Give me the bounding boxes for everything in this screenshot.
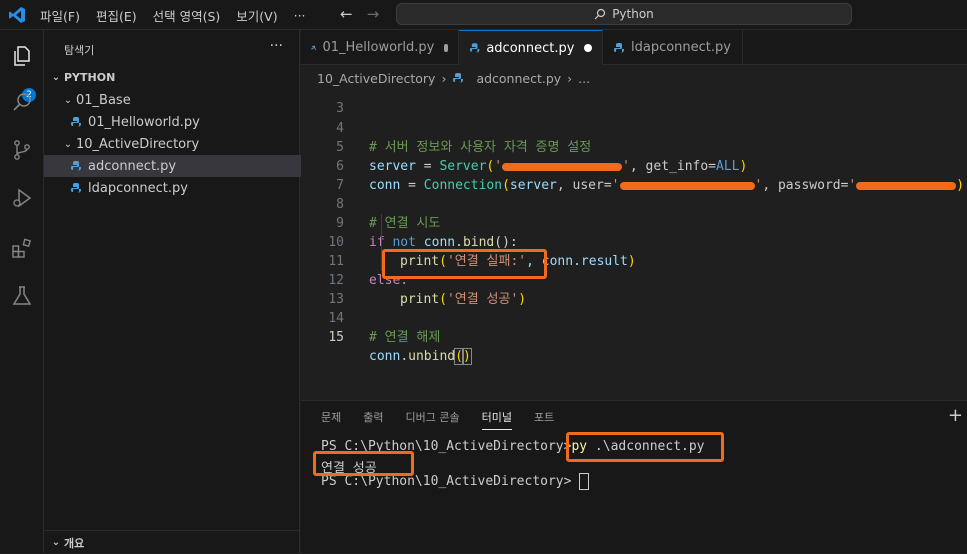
menu-bar: 파일(F) 편집(E) 선택 영역(S) 보기(V) ··· <box>40 0 306 30</box>
code-line: 5 server = Server(' ', get_info=ALL) <box>301 119 967 174</box>
code-line: 3 <box>301 80 967 116</box>
tab-problems[interactable]: 문제 <box>321 409 341 430</box>
chevron-down-icon: ⌄ <box>51 537 61 548</box>
tab-label: adconnect.py <box>486 40 575 56</box>
menu-edit[interactable]: 편집(E) <box>96 6 137 25</box>
title-bar: 파일(F) 편집(E) 선택 영역(S) 보기(V) ··· ← → Pytho… <box>0 0 967 30</box>
folder-label: 01_Base <box>76 92 131 108</box>
code-line: 7 <box>301 157 967 193</box>
code-line: 14 # 연결 해제 <box>301 290 967 345</box>
folder-01-base[interactable]: ⌄ 01_Base <box>44 89 315 111</box>
highlight-box <box>566 432 724 462</box>
run-debug-icon[interactable] <box>8 184 36 212</box>
tab-ldapconnect[interactable]: ldapconnect.py <box>603 30 743 65</box>
menu-view[interactable]: 보기(V) <box>236 6 277 25</box>
file-label: ldapconnect.py <box>88 180 188 196</box>
workspace-root-label: PYTHON <box>64 70 116 84</box>
file-ldapconnect[interactable]: ldapconnect.py <box>44 177 325 199</box>
workspace-root[interactable]: ⌄ PYTHON <box>44 66 303 88</box>
chevron-down-icon: ⌄ <box>63 138 73 150</box>
python-file-icon <box>614 42 624 53</box>
folder-10-activedirectory[interactable]: ⌄ 10_ActiveDirectory <box>44 133 315 155</box>
comment: # 연결 해제 <box>369 330 441 345</box>
menu-selection[interactable]: 선택 영역(S) <box>153 6 221 25</box>
explorer-sidebar: 탐색기 ··· ⌄ PYTHON ⌄ 01_Base 01_Helloworld… <box>44 30 325 554</box>
file-adconnect[interactable]: adconnect.py <box>44 155 325 177</box>
vscode-logo-icon <box>9 7 25 23</box>
source-control-icon[interactable] <box>8 136 36 164</box>
chevron-down-icon: ⌄ <box>63 94 73 106</box>
search-icon <box>594 8 606 20</box>
tab-output[interactable]: 출력 <box>363 409 383 430</box>
editor-tabs: 01_Helloworld.py adconnect.py ldapconnec… <box>301 30 967 65</box>
file-label: adconnect.py <box>88 158 177 174</box>
tab-label: ldapconnect.py <box>631 40 731 55</box>
add-terminal-icon[interactable]: + <box>948 405 963 426</box>
indent-guide <box>381 214 382 233</box>
file-helloworld[interactable]: 01_Helloworld.py <box>44 111 325 133</box>
explorer-more-icon[interactable]: ··· <box>270 38 283 54</box>
unsaved-dot-icon[interactable] <box>444 43 448 52</box>
testing-flask-icon[interactable] <box>8 282 36 310</box>
command-center[interactable]: Python <box>396 3 852 25</box>
terminal-cursor[interactable] <box>579 473 590 490</box>
code-token: . <box>400 349 409 364</box>
back-arrow-icon[interactable]: ← <box>340 5 353 23</box>
menu-more[interactable]: ··· <box>294 8 306 23</box>
code-line: 10 print('연결 실패:', conn.result) <box>301 214 967 269</box>
command-center-label: Python <box>612 7 654 21</box>
code-line: 8 # 연결 시도 <box>301 176 967 231</box>
code-token: ) <box>461 348 472 365</box>
folder-label: 10_ActiveDirectory <box>76 136 200 152</box>
python-file-icon <box>71 183 81 193</box>
chevron-down-icon: ⌄ <box>51 71 61 83</box>
code-line: 4 # 서버 정보와 사용자 자격 증명 설정 <box>301 100 967 155</box>
tab-label: 01_Helloworld.py <box>322 40 435 55</box>
python-file-icon <box>469 43 480 53</box>
python-file-icon <box>71 117 81 127</box>
tab-adconnect[interactable]: adconnect.py <box>459 30 603 65</box>
code-line: 15 conn.unbind() <box>301 309 967 365</box>
tab-helloworld[interactable]: 01_Helloworld.py <box>301 30 459 65</box>
code-line: 6 conn = Connection(server, user=' ', pas… <box>301 138 967 193</box>
search-activity-icon[interactable] <box>8 88 36 116</box>
code-line: 9 if not conn.bind(): <box>301 195 967 250</box>
tab-terminal[interactable]: 터미널 <box>481 409 512 430</box>
code-editor[interactable]: 3 4 # 서버 정보와 사용자 자격 증명 설정 5 server = Ser… <box>301 88 967 398</box>
outline-label: 개요 <box>64 536 85 550</box>
code-token: ( <box>454 348 464 365</box>
file-label: 01_Helloworld.py <box>88 114 200 130</box>
highlight-box <box>313 451 414 476</box>
activity-bar: 2 <box>0 30 44 553</box>
terminal-prompt: PS C:\Python\10_ActiveDirectory> <box>321 474 572 489</box>
extensions-icon[interactable] <box>8 234 36 262</box>
explorer-title: 탐색기 <box>64 44 95 57</box>
tab-debug-console[interactable]: 디버그 콘솔 <box>406 409 460 430</box>
code-token: conn <box>369 349 401 364</box>
tab-ports[interactable]: 포트 <box>534 409 554 430</box>
explorer-icon[interactable] <box>8 42 36 70</box>
unsaved-dot-icon[interactable] <box>584 44 592 52</box>
terminal-panel: 문제 출력 디버그 콘솔 터미널 포트 + PS C:\Python\10_Ac… <box>301 400 967 553</box>
code-token: unbind <box>408 349 456 364</box>
highlight-box <box>382 249 547 279</box>
outline-section[interactable]: ⌄ 개요 <box>44 530 299 554</box>
menu-file[interactable]: 파일(F) <box>40 6 80 25</box>
panel-tabs: 문제 출력 디버그 콘솔 터미널 포트 <box>321 409 554 430</box>
python-file-icon <box>311 45 317 50</box>
forward-arrow-icon[interactable]: → <box>367 5 380 23</box>
python-file-icon <box>71 161 81 171</box>
line-number: 15 <box>328 330 344 345</box>
